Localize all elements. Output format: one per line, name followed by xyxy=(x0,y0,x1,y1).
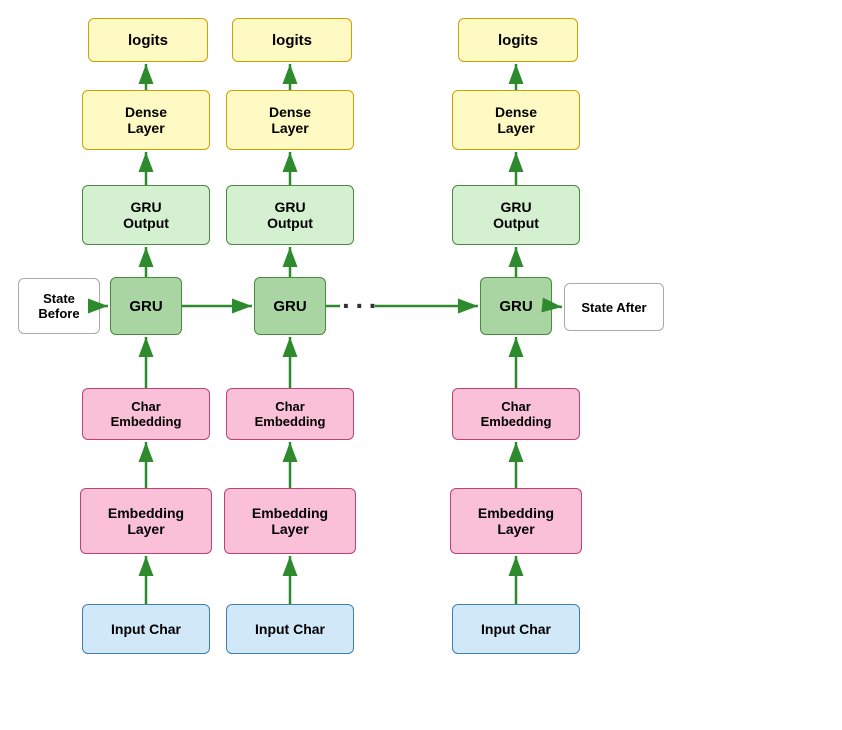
logits-3: logits xyxy=(458,18,578,62)
gru-output-1: GRUOutput xyxy=(82,185,210,245)
input-char-2: Input Char xyxy=(226,604,354,654)
dense-layer-3: DenseLayer xyxy=(452,90,580,150)
dense-layer-1: DenseLayer xyxy=(82,90,210,150)
dense-layer-2: DenseLayer xyxy=(226,90,354,150)
char-embedding-2: CharEmbedding xyxy=(226,388,354,440)
embedding-layer-2: EmbeddingLayer xyxy=(224,488,356,554)
gru-1: GRU xyxy=(110,277,182,335)
gru-2: GRU xyxy=(254,277,326,335)
state-after: State After xyxy=(564,283,664,331)
ellipsis: ··· xyxy=(342,290,382,322)
char-embedding-3: CharEmbedding xyxy=(452,388,580,440)
embedding-layer-1: EmbeddingLayer xyxy=(80,488,212,554)
gru-3: GRU xyxy=(480,277,552,335)
embedding-layer-3: EmbeddingLayer xyxy=(450,488,582,554)
gru-output-2: GRUOutput xyxy=(226,185,354,245)
logits-1: logits xyxy=(88,18,208,62)
state-before: StateBefore xyxy=(18,278,100,334)
char-embedding-1: CharEmbedding xyxy=(82,388,210,440)
gru-output-3: GRUOutput xyxy=(452,185,580,245)
diagram: logits logits logits DenseLayer DenseLay… xyxy=(0,0,842,730)
input-char-3: Input Char xyxy=(452,604,580,654)
logits-2: logits xyxy=(232,18,352,62)
input-char-1: Input Char xyxy=(82,604,210,654)
